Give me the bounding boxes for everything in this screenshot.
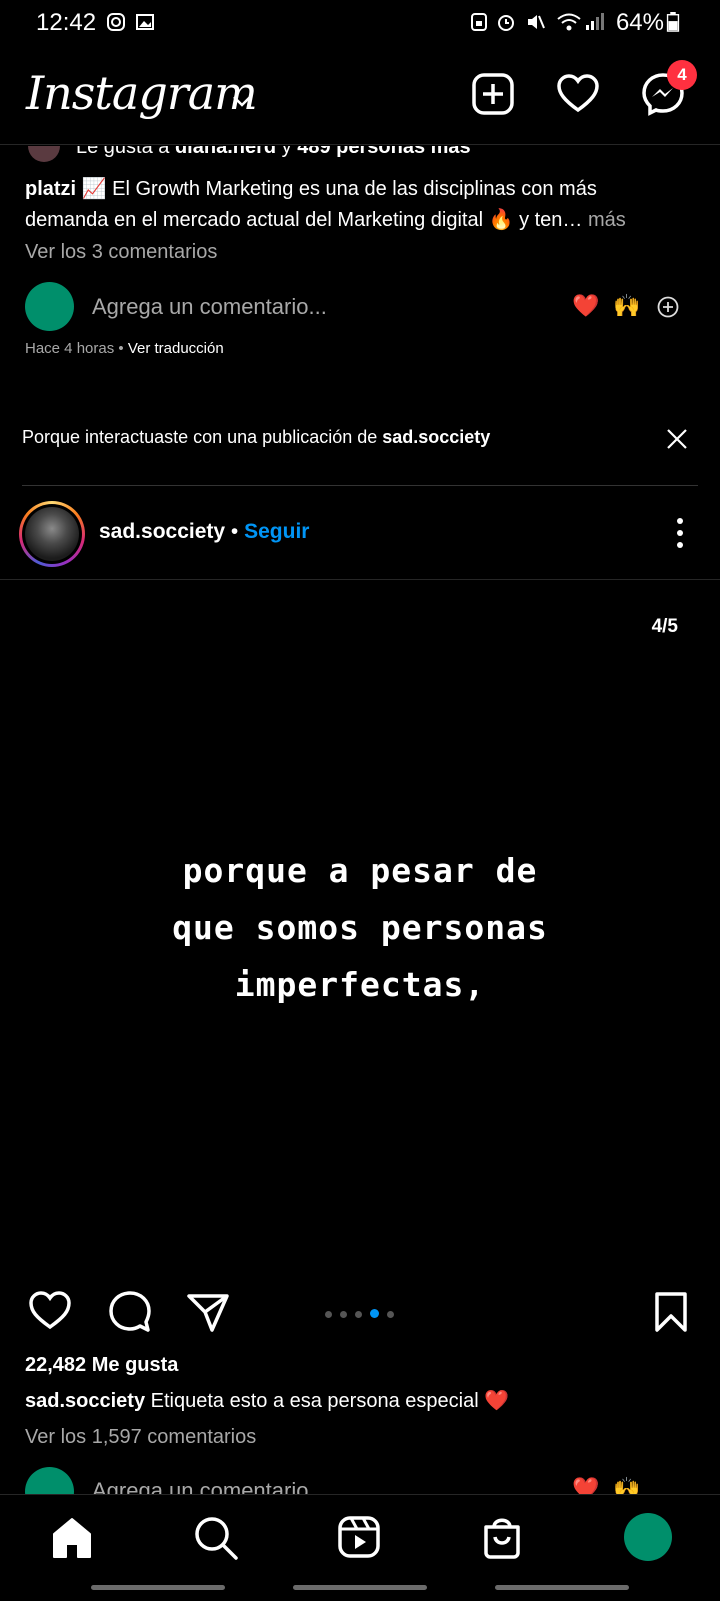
search-icon[interactable] — [193, 1515, 239, 1561]
suggestion-reason: Porque interactuaste con una publicación… — [22, 427, 491, 447]
suggestion-user[interactable]: sad.socciety — [382, 427, 490, 447]
translate-link[interactable]: Ver traducción — [128, 340, 224, 357]
suggestion-divider — [22, 485, 698, 486]
gallery-notif-icon — [136, 14, 154, 30]
instagram-logo[interactable]: Instagram — [26, 66, 258, 120]
status-bar: 12:42 64% — [0, 0, 720, 48]
post-image-text: porque a pesar de que somos personas imp… — [172, 851, 548, 1004]
caption-more-link[interactable]: más — [582, 209, 626, 231]
post-author-username[interactable]: sad.socciety — [99, 520, 225, 543]
header-divider-overlay — [0, 144, 720, 145]
view-comments-link[interactable]: Ver los 1,597 comentarios — [25, 1426, 256, 1449]
add-reaction-icon[interactable] — [657, 296, 679, 318]
battery-percent: 64% — [615, 9, 664, 36]
quick-reaction-hands[interactable]: 🙌 — [613, 293, 640, 319]
messenger-badge: 4 — [667, 60, 697, 90]
post-author-avatar — [25, 507, 79, 561]
story-ring[interactable] — [19, 501, 85, 567]
heart-activity-icon[interactable] — [556, 72, 600, 116]
home-icon[interactable] — [50, 1516, 94, 1560]
status-time: 12:42 — [36, 9, 97, 36]
system-nav-home[interactable] — [293, 1585, 427, 1590]
carousel-dot-active — [370, 1309, 379, 1318]
reels-icon[interactable] — [337, 1515, 381, 1559]
caption-username[interactable]: sad.socciety — [25, 1390, 145, 1412]
lock-icon — [471, 13, 487, 31]
more-options-icon[interactable] — [674, 517, 686, 549]
carousel-dot — [325, 1311, 332, 1318]
carousel-dot — [355, 1311, 362, 1318]
post-author-line: sad.socciety • Seguir — [99, 520, 310, 543]
shop-icon[interactable] — [482, 1515, 522, 1559]
save-bookmark-icon[interactable] — [654, 1291, 688, 1333]
like-count[interactable]: 22,482 Me gusta — [25, 1354, 178, 1377]
comment-input[interactable]: Agrega un comentario... — [92, 294, 327, 320]
time-ago: Hace 4 horas — [25, 340, 115, 357]
instagram-notif-icon — [107, 13, 125, 31]
carousel-indicator — [321, 1305, 398, 1323]
new-post-icon[interactable] — [471, 72, 515, 116]
prev-post-caption: platzi 📈 El Growth Marketing es una de l… — [25, 178, 626, 231]
carousel-dot — [340, 1311, 347, 1318]
mute-icon — [528, 15, 545, 29]
comment-icon[interactable] — [108, 1290, 152, 1334]
system-nav-recents[interactable] — [91, 1585, 225, 1590]
chevron-down-icon[interactable] — [232, 94, 252, 108]
system-nav-back[interactable] — [495, 1585, 629, 1590]
carousel-dot — [387, 1311, 394, 1318]
wifi-icon — [557, 13, 581, 31]
battery-icon — [666, 12, 680, 32]
post-media[interactable]: 4/5 porque a pesar de que somos personas… — [0, 580, 720, 1270]
alarm-icon — [498, 15, 514, 31]
caption-username[interactable]: platzi — [25, 178, 76, 200]
post-caption: sad.socciety Etiqueta esto a esa persona… — [25, 1390, 510, 1412]
view-comments-link[interactable]: Ver los 3 comentarios — [25, 241, 217, 264]
carousel-counter: 4/5 — [651, 616, 678, 637]
own-avatar — [25, 282, 74, 331]
signal-icon — [586, 13, 604, 30]
follow-button[interactable]: Seguir — [244, 520, 309, 543]
share-icon[interactable] — [186, 1292, 230, 1332]
post-meta: Hace 4 horas • Ver traducción — [25, 340, 224, 357]
profile-tab-avatar[interactable] — [624, 1513, 672, 1561]
close-icon[interactable] — [666, 428, 688, 450]
like-icon[interactable] — [28, 1290, 72, 1330]
quick-reaction-heart[interactable]: ❤️ — [572, 293, 599, 319]
